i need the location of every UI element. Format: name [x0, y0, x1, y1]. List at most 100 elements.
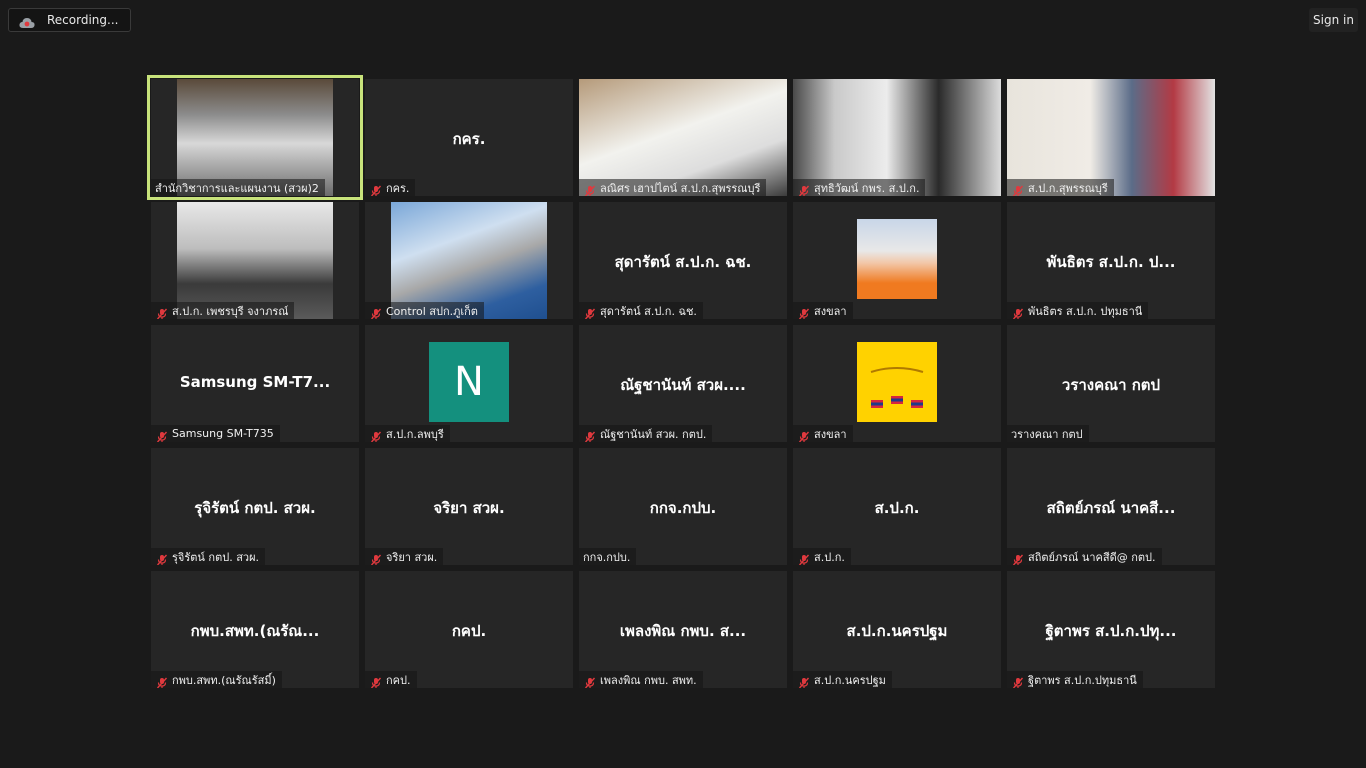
- participant-nameplate: พันธิตร ส.ป.ก. ปทุมธานี: [1007, 302, 1149, 319]
- participant-tile[interactable]: Control สปก.ภูเก็ต: [365, 202, 573, 319]
- participant-display-name: รุจิรัตน์ กตป. สวผ.: [194, 499, 316, 517]
- participant-tile[interactable]: กคป. กคป.: [365, 571, 573, 688]
- participant-tile[interactable]: เพลงพิณ กพบ. ส... เพลงพิณ กพบ. สพท.: [579, 571, 787, 688]
- participant-nameplate: สถิตย์ภรณ์ นาคสีดี@ กตป.: [1007, 548, 1162, 565]
- cloud-record-icon: [19, 14, 35, 28]
- mic-muted-icon: [1012, 674, 1024, 688]
- participant-tile[interactable]: จริยา สวผ. จริยา สวผ.: [365, 448, 573, 565]
- mic-muted-icon: [156, 674, 168, 688]
- participant-display-name: สถิตย์ภรณ์ นาคสี...: [1046, 499, 1176, 517]
- participant-nameplate: ส.ป.ก.สุพรรณบุรี: [1007, 179, 1114, 196]
- participant-tile[interactable]: วรางคณา กตป วรางคณา กตป: [1007, 325, 1215, 442]
- participant-name: เพลงพิณ กพบ. สพท.: [600, 673, 697, 687]
- mic-muted-icon: [584, 428, 596, 442]
- participant-tile[interactable]: ส.ป.ก. ส.ป.ก.: [793, 448, 1001, 565]
- participant-tile[interactable]: สงขลา: [793, 325, 1001, 442]
- participant-tile[interactable]: ลณิศร เฮาปไตน์ ส.ป.ก.สุพรรณบุรี: [579, 79, 787, 196]
- participant-name: กกจ.กปบ.: [583, 550, 631, 564]
- participant-tile[interactable]: N ส.ป.ก.ลพบุรี: [365, 325, 573, 442]
- participant-nameplate: วรางคณา กตป: [1007, 425, 1089, 442]
- mic-muted-icon: [1012, 551, 1024, 565]
- participant-nameplate: ส.ป.ก.นครปฐม: [793, 671, 892, 688]
- participant-nameplate: ณัฐชานันท์ สวผ. กตป.: [579, 425, 713, 442]
- sign-in-button[interactable]: Sign in: [1309, 8, 1358, 32]
- participant-nameplate: กพบ.สพท.(ณรัณรัสมิ์): [151, 671, 282, 688]
- participant-display-name: กคป.: [451, 622, 487, 640]
- participant-name: ลณิศร เฮาปไตน์ ส.ป.ก.สุพรรณบุรี: [600, 181, 761, 195]
- participant-name: สุดารัตน์ ส.ป.ก. ฉช.: [600, 304, 697, 318]
- participant-nameplate: สำนักวิชาการและแผนงาน (สวผ)2: [151, 179, 325, 196]
- participant-grid: สำนักวิชาการและแผนงาน (สวผ)2 กคร. กคร. ลณิศ…: [147, 75, 1215, 688]
- recording-button[interactable]: Recording...: [8, 8, 131, 32]
- participant-nameplate: ฐิตาพร ส.ป.ก.ปทุมธานี: [1007, 671, 1143, 688]
- mic-muted-icon: [370, 674, 382, 688]
- participant-tile[interactable]: สุทธิวัฒน์ กพร. ส.ป.ก.: [793, 79, 1001, 196]
- participant-tile[interactable]: สงขลา: [793, 202, 1001, 319]
- participant-nameplate: กคป.: [365, 671, 417, 688]
- participant-tile[interactable]: พันธิตร ส.ป.ก. ป... พันธิตร ส.ป.ก. ปทุมธา…: [1007, 202, 1215, 319]
- participant-tile[interactable]: ส.ป.ก.สุพรรณบุรี: [1007, 79, 1215, 196]
- mic-muted-icon: [1012, 305, 1024, 319]
- participant-nameplate: ส.ป.ก.ลพบุรี: [365, 425, 450, 442]
- participant-nameplate: สงขลา: [793, 302, 853, 319]
- participant-display-name: ส.ป.ก.นครปฐม: [846, 622, 948, 640]
- participant-name: Control สปก.ภูเก็ต: [386, 304, 478, 318]
- participant-name: ส.ป.ก.สุพรรณบุรี: [1028, 181, 1108, 195]
- participant-name: กพบ.สพท.(ณรัณรัสมิ์): [172, 673, 276, 687]
- participant-name: สถิตย์ภรณ์ นาคสีดี@ กตป.: [1028, 550, 1156, 564]
- participant-name: สำนักวิชาการและแผนงาน (สวผ)2: [155, 181, 319, 195]
- participant-tile[interactable]: รุจิรัตน์ กตป. สวผ. รุจิรัตน์ กตป. สวผ.: [151, 448, 359, 565]
- participant-name: ส.ป.ก.นครปฐม: [814, 673, 886, 687]
- participant-nameplate: Samsung SM-T735: [151, 425, 280, 442]
- mic-muted-icon: [798, 551, 810, 565]
- participant-name: ส.ป.ก.: [814, 550, 845, 564]
- participant-nameplate: ส.ป.ก.: [793, 548, 851, 565]
- participant-nameplate: เพลงพิณ กพบ. สพท.: [579, 671, 703, 688]
- participant-display-name: กกจ.กปบ.: [649, 499, 717, 517]
- participant-name: รุจิรัตน์ กตป. สวผ.: [172, 550, 260, 564]
- mic-muted-icon: [584, 182, 596, 196]
- mic-muted-icon: [370, 305, 382, 319]
- participant-name: ส.ป.ก. เพชรบุรี จงาภรณ์: [172, 304, 289, 318]
- participant-tile[interactable]: กคร. กคร.: [365, 79, 573, 196]
- participant-tile[interactable]: กกจ.กปบ. กกจ.กปบ.: [579, 448, 787, 565]
- mic-muted-icon: [1012, 182, 1024, 196]
- participant-name: สงขลา: [814, 304, 847, 318]
- participant-display-name: วรางคณา กตป: [1061, 376, 1161, 394]
- participant-nameplate: สุดารัตน์ ส.ป.ก. ฉช.: [579, 302, 703, 319]
- mic-muted-icon: [370, 182, 382, 196]
- participant-display-name: เพลงพิณ กพบ. ส...: [619, 622, 747, 640]
- participant-tile[interactable]: กพบ.สพท.(ณรัณ... กพบ.สพท.(ณรัณรัสมิ์): [151, 571, 359, 688]
- participant-nameplate: สงขลา: [793, 425, 853, 442]
- participant-tile[interactable]: สถิตย์ภรณ์ นาคสี... สถิตย์ภรณ์ นาคสีดี@ ก…: [1007, 448, 1215, 565]
- mic-muted-icon: [370, 428, 382, 442]
- participant-tile[interactable]: ฐิตาพร ส.ป.ก.ปทุ... ฐิตาพร ส.ป.ก.ปทุมธานี: [1007, 571, 1215, 688]
- participant-name: กคป.: [386, 673, 411, 687]
- top-bar: Recording... Sign in: [0, 0, 1366, 40]
- mic-muted-icon: [156, 428, 168, 442]
- participant-display-name: ส.ป.ก.: [874, 499, 920, 517]
- mic-muted-icon: [798, 674, 810, 688]
- participant-name: ส.ป.ก.ลพบุรี: [386, 427, 444, 441]
- participant-nameplate: กคร.: [365, 179, 416, 196]
- mic-muted-icon: [370, 551, 382, 565]
- participant-tile[interactable]: ส.ป.ก. เพชรบุรี จงาภรณ์: [151, 202, 359, 319]
- profile-image: [857, 342, 937, 422]
- participant-name: Samsung SM-T735: [172, 427, 274, 440]
- participant-tile[interactable]: Samsung SM-T7... Samsung SM-T735: [151, 325, 359, 442]
- participant-tile[interactable]: สำนักวิชาการและแผนงาน (สวผ)2: [147, 75, 363, 200]
- participant-name: สงขลา: [814, 427, 847, 441]
- participant-display-name: พันธิตร ส.ป.ก. ป...: [1046, 253, 1176, 271]
- participant-nameplate: กกจ.กปบ.: [579, 548, 637, 565]
- participant-tile[interactable]: สุดารัตน์ ส.ป.ก. ฉช. สุดารัตน์ ส.ป.ก. ฉช.: [579, 202, 787, 319]
- mic-muted-icon: [584, 674, 596, 688]
- participant-display-name: Samsung SM-T7...: [179, 373, 331, 391]
- participant-tile[interactable]: ส.ป.ก.นครปฐม ส.ป.ก.นครปฐม: [793, 571, 1001, 688]
- participant-nameplate: Control สปก.ภูเก็ต: [365, 302, 484, 319]
- participant-tile[interactable]: ณัฐชานันท์ สวผ.... ณัฐชานันท์ สวผ. กตป.: [579, 325, 787, 442]
- mic-muted-icon: [798, 305, 810, 319]
- participant-display-name: กพบ.สพท.(ณรัณ...: [190, 622, 320, 640]
- participant-nameplate: ลณิศร เฮาปไตน์ ส.ป.ก.สุพรรณบุรี: [579, 179, 767, 196]
- participant-name: สุทธิวัฒน์ กพร. ส.ป.ก.: [814, 181, 920, 195]
- participant-nameplate: จริยา สวผ.: [365, 548, 444, 565]
